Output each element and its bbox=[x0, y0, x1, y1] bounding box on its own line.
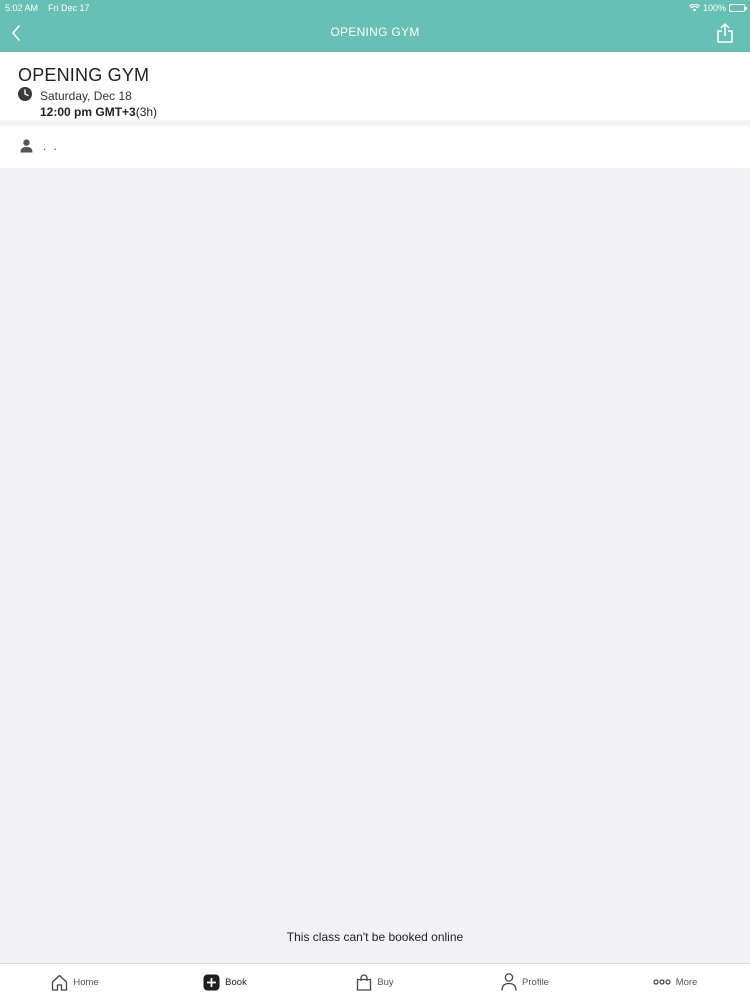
status-date: Fri Dec 17 bbox=[48, 3, 90, 13]
class-duration: (3h) bbox=[135, 105, 158, 119]
class-time-row: 12:00 pm GMT+3(3h) bbox=[40, 105, 157, 119]
shopping-bag-icon bbox=[357, 973, 372, 991]
plus-square-icon bbox=[203, 974, 220, 990]
status-indicators: 100% bbox=[688, 1, 747, 15]
tab-book-label: Book bbox=[225, 976, 247, 988]
booking-notice: This class can't be booked online bbox=[286, 930, 464, 944]
wifi-icon bbox=[688, 4, 700, 12]
battery-percent: 100% bbox=[702, 3, 726, 13]
tab-profile[interactable]: Profile bbox=[450, 964, 600, 1000]
person-icon bbox=[20, 139, 33, 153]
clock-icon bbox=[18, 87, 32, 101]
share-button[interactable] bbox=[714, 22, 736, 44]
share-icon bbox=[717, 23, 733, 43]
status-time: 5:02 AM bbox=[5, 3, 39, 13]
instructor-row[interactable]: . . bbox=[0, 126, 750, 168]
person-outline-icon bbox=[501, 973, 517, 991]
tab-book[interactable]: Book bbox=[150, 964, 300, 1000]
tab-buy[interactable]: Buy bbox=[300, 964, 450, 1000]
battery-icon bbox=[729, 4, 747, 12]
class-date: Saturday, Dec 18 bbox=[40, 89, 132, 103]
more-dots-icon bbox=[653, 979, 671, 985]
tab-bar: Home Book Buy Profile More bbox=[0, 963, 750, 1000]
nav-title: OPENING GYM bbox=[330, 25, 420, 39]
tab-more[interactable]: More bbox=[600, 964, 750, 1000]
status-bar: 5:02 AM Fri Dec 17 100% bbox=[0, 0, 750, 16]
tab-home[interactable]: Home bbox=[0, 964, 150, 1000]
tab-home-label: Home bbox=[73, 976, 99, 988]
home-icon bbox=[52, 974, 68, 991]
class-time: 12:00 pm GMT+3 bbox=[40, 105, 136, 119]
tab-buy-label: Buy bbox=[377, 976, 394, 988]
header: 5:02 AM Fri Dec 17 100% OPENING GYM bbox=[0, 0, 750, 52]
tab-more-label: More bbox=[675, 976, 698, 988]
class-info-card: OPENING GYM Saturday, Dec 18 12:00 pm GM… bbox=[0, 52, 750, 120]
class-title: OPENING GYM bbox=[18, 65, 150, 85]
instructor-name: . . bbox=[43, 139, 60, 153]
tab-profile-label: Profile bbox=[522, 976, 549, 988]
